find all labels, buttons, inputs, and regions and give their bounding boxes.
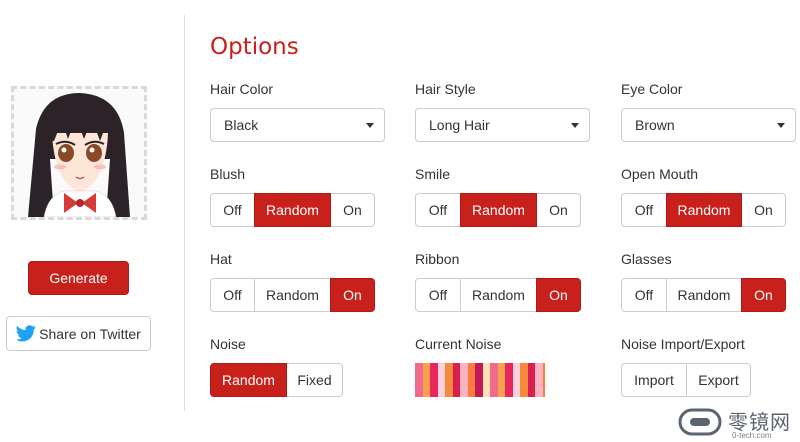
hat-label: Hat — [210, 251, 232, 267]
left-panel: Generate Share on Twitter — [0, 0, 185, 442]
current-noise-label: Current Noise — [415, 336, 502, 352]
ribbon-on-button[interactable]: On — [536, 278, 581, 312]
ribbon-off-button[interactable]: Off — [415, 278, 461, 312]
blush-on-button[interactable]: On — [330, 193, 375, 227]
hair-style-field: Hair Style Long Hair — [415, 80, 590, 142]
smile-random-button[interactable]: Random — [460, 193, 537, 227]
generate-button[interactable]: Generate — [28, 261, 129, 295]
blush-random-button[interactable]: Random — [254, 193, 331, 227]
hair-style-value: Long Hair — [429, 117, 490, 133]
open-mouth-on-button[interactable]: On — [741, 193, 786, 227]
glasses-random-button[interactable]: Random — [666, 278, 742, 312]
hair-color-field: Hair Color Black — [210, 80, 385, 142]
current-noise-visualization — [415, 363, 545, 397]
generate-button-label: Generate — [49, 270, 108, 286]
blush-label: Blush — [210, 166, 246, 182]
share-on-twitter-button[interactable]: Share on Twitter — [6, 316, 151, 351]
export-button[interactable]: Export — [686, 363, 751, 397]
hat-toggle-group: Off Random On — [210, 278, 375, 312]
hat-on-button[interactable]: On — [330, 278, 375, 312]
noise-random-button[interactable]: Random — [210, 363, 287, 397]
hair-color-label: Hair Color — [210, 81, 274, 97]
options-title: Options — [210, 34, 299, 60]
watermark-logo-icon — [678, 408, 722, 436]
noise-io-label: Noise Import/Export — [621, 336, 745, 352]
ribbon-label: Ribbon — [415, 251, 460, 267]
twitter-button-label: Share on Twitter — [39, 325, 141, 342]
glasses-toggle-group: Off Random On — [621, 278, 786, 312]
open-mouth-random-button[interactable]: Random — [666, 193, 742, 227]
hair-color-value: Black — [224, 117, 259, 133]
noise-stripe — [542, 363, 545, 397]
noise-toggle-group: Random Fixed — [210, 363, 343, 397]
hair-style-select[interactable]: Long Hair — [415, 108, 590, 142]
smile-field: Smile Off Random On — [415, 165, 581, 227]
smile-toggle-group: Off Random On — [415, 193, 581, 227]
current-noise-field: Current Noise — [415, 335, 545, 397]
ribbon-field: Ribbon Off Random On — [415, 250, 581, 312]
noise-fixed-button[interactable]: Fixed — [286, 363, 343, 397]
open-mouth-field: Open Mouth Off Random On — [621, 165, 786, 227]
eye-color-select[interactable]: Brown — [621, 108, 796, 142]
open-mouth-toggle-group: Off Random On — [621, 193, 786, 227]
noise-label: Noise — [210, 336, 246, 352]
watermark-subtext: 0-tech.com — [732, 431, 772, 440]
watermark: 零镜网 0-tech.com — [676, 404, 800, 442]
caret-down-icon — [777, 122, 785, 128]
noise-io-field: Noise Import/Export Import Export — [621, 335, 751, 397]
glasses-label: Glasses — [621, 251, 672, 267]
ribbon-random-button[interactable]: Random — [460, 278, 537, 312]
import-button[interactable]: Import — [621, 363, 687, 397]
noise-field: Noise Random Fixed — [210, 335, 343, 397]
smile-label: Smile — [415, 166, 451, 182]
smile-off-button[interactable]: Off — [415, 193, 461, 227]
glasses-off-button[interactable]: Off — [621, 278, 667, 312]
hat-random-button[interactable]: Random — [254, 278, 331, 312]
eye-color-label: Eye Color — [621, 81, 683, 97]
hat-off-button[interactable]: Off — [210, 278, 255, 312]
glasses-field: Glasses Off Random On — [621, 250, 786, 312]
eye-color-field: Eye Color Brown — [621, 80, 796, 142]
blush-field: Blush Off Random On — [210, 165, 375, 227]
caret-down-icon — [366, 122, 374, 128]
blush-toggle-group: Off Random On — [210, 193, 375, 227]
ribbon-toggle-group: Off Random On — [415, 278, 581, 312]
hair-color-select[interactable]: Black — [210, 108, 385, 142]
caret-down-icon — [571, 122, 579, 128]
blush-off-button[interactable]: Off — [210, 193, 255, 227]
hair-style-label: Hair Style — [415, 81, 476, 97]
open-mouth-label: Open Mouth — [621, 166, 699, 182]
eye-color-value: Brown — [635, 117, 675, 133]
noise-io-button-group: Import Export — [621, 363, 751, 397]
vertical-divider — [184, 15, 185, 411]
open-mouth-off-button[interactable]: Off — [621, 193, 667, 227]
generated-avatar-image — [11, 86, 147, 220]
hat-field: Hat Off Random On — [210, 250, 375, 312]
glasses-on-button[interactable]: On — [741, 278, 786, 312]
smile-on-button[interactable]: On — [536, 193, 581, 227]
anime-face-illustration — [14, 89, 144, 217]
twitter-bird-icon — [16, 325, 36, 342]
